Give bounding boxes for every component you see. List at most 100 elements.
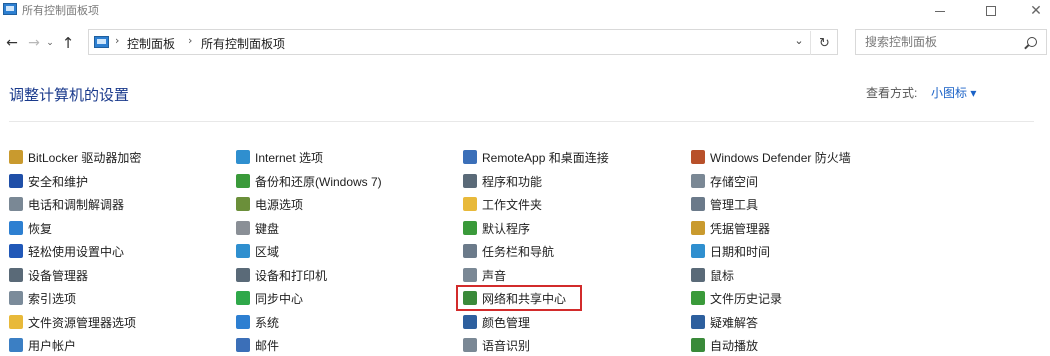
refresh-button[interactable]: ↻ bbox=[810, 31, 838, 55]
search-box[interactable] bbox=[855, 29, 1047, 55]
back-arrow-icon: ← bbox=[6, 35, 18, 51]
maximize-button[interactable] bbox=[968, 0, 1014, 22]
control-panel-item[interactable]: 设备和打印机 bbox=[236, 264, 327, 286]
control-panel-item[interactable]: BitLocker 驱动器加密 bbox=[9, 146, 141, 168]
control-panel-item[interactable]: 备份和还原(Windows 7) bbox=[236, 170, 382, 192]
system-icon bbox=[236, 315, 250, 329]
control-panel-item-label: 设备管理器 bbox=[28, 268, 89, 283]
control-panel-item-label: 管理工具 bbox=[710, 197, 759, 212]
control-panel-item[interactable]: 安全和维护 bbox=[9, 170, 88, 192]
control-panel-item[interactable]: 区域 bbox=[236, 240, 279, 262]
control-panel-item-label: 自动播放 bbox=[710, 338, 759, 353]
view-by-dropdown[interactable]: 小图标 ▾ bbox=[931, 84, 976, 101]
control-panel-item[interactable]: 系统 bbox=[236, 311, 279, 333]
control-panel-item[interactable]: 电话和调制解调器 bbox=[9, 193, 124, 215]
back-button[interactable]: ← bbox=[2, 32, 22, 54]
control-panel-item-label: 任务栏和导航 bbox=[482, 244, 555, 259]
breadcrumb-control-panel[interactable]: 控制面板 bbox=[127, 35, 175, 52]
devices-printers-icon bbox=[236, 268, 250, 282]
control-panel-item-label: 疑难解答 bbox=[710, 315, 759, 330]
control-panel-item[interactable]: 程序和功能 bbox=[463, 170, 542, 192]
control-panel-item-label: 存储空间 bbox=[710, 174, 759, 189]
control-panel-item-label: 索引选项 bbox=[28, 291, 77, 306]
control-panel-item[interactable]: RemoteApp 和桌面连接 bbox=[463, 146, 609, 168]
control-panel-item[interactable]: 鼠标 bbox=[691, 264, 734, 286]
credential-manager-icon bbox=[691, 221, 705, 235]
navigation-bar: ← → ⌄ ↑ › 控制面板 › 所有控制面板项 ⌄ ↻ bbox=[0, 27, 1050, 59]
control-panel-item-label: 系统 bbox=[255, 315, 280, 330]
forward-arrow-icon: → bbox=[28, 35, 40, 51]
recent-locations-button[interactable]: ⌄ bbox=[43, 32, 57, 54]
search-icon[interactable] bbox=[1027, 37, 1037, 47]
control-panel-item[interactable]: 网络和共享中心 bbox=[463, 287, 566, 309]
work-folders-icon bbox=[463, 197, 477, 211]
control-panel-item[interactable]: 文件资源管理器选项 bbox=[9, 311, 136, 333]
control-panel-item-label: Internet 选项 bbox=[255, 150, 324, 165]
control-panel-item-label: 默认程序 bbox=[482, 221, 531, 236]
close-button[interactable]: ✕ bbox=[1013, 0, 1050, 22]
backup-restore-icon bbox=[236, 174, 250, 188]
control-panel-item[interactable]: 任务栏和导航 bbox=[463, 240, 554, 262]
control-panel-item[interactable]: 同步中心 bbox=[236, 287, 303, 309]
control-panel-icon bbox=[94, 36, 109, 48]
control-panel-item[interactable]: 默认程序 bbox=[463, 217, 530, 239]
admin-tools-icon bbox=[691, 197, 705, 211]
control-panel-item[interactable]: 电源选项 bbox=[236, 193, 303, 215]
control-panel-item-label: 日期和时间 bbox=[710, 244, 771, 259]
control-panel-item[interactable]: 索引选项 bbox=[9, 287, 76, 309]
refresh-icon: ↻ bbox=[819, 35, 830, 51]
up-button[interactable]: ↑ bbox=[58, 32, 78, 54]
control-panel-item[interactable]: 管理工具 bbox=[691, 193, 758, 215]
maximize-icon bbox=[986, 6, 996, 16]
address-dropdown-icon[interactable]: ⌄ bbox=[791, 34, 807, 47]
indexing-icon bbox=[9, 291, 23, 305]
control-panel-item-label: 轻松使用设置中心 bbox=[28, 244, 125, 259]
forward-button[interactable]: → bbox=[24, 32, 44, 54]
control-panel-item[interactable]: 凭据管理器 bbox=[691, 217, 770, 239]
control-panel-item[interactable]: 轻松使用设置中心 bbox=[9, 240, 124, 262]
control-panel-item[interactable]: 文件历史记录 bbox=[691, 287, 782, 309]
phone-modem-icon bbox=[9, 197, 23, 211]
taskbar-navigation-icon bbox=[463, 244, 477, 258]
control-panel-item[interactable]: 设备管理器 bbox=[9, 264, 88, 286]
control-panel-item[interactable]: 疑难解答 bbox=[691, 311, 758, 333]
control-panel-item-label: 鼠标 bbox=[710, 268, 735, 283]
control-panel-item-label: RemoteApp 和桌面连接 bbox=[482, 150, 609, 165]
control-panel-item-label: 电源选项 bbox=[255, 197, 304, 212]
mouse-icon bbox=[691, 268, 705, 282]
region-icon bbox=[236, 244, 250, 258]
control-panel-item-label: BitLocker 驱动器加密 bbox=[28, 150, 142, 165]
network-sharing-icon bbox=[463, 291, 477, 305]
device-manager-icon bbox=[9, 268, 23, 282]
user-accounts-icon bbox=[9, 338, 23, 352]
control-panel-item-label: 程序和功能 bbox=[482, 174, 543, 189]
address-bar[interactable]: › 控制面板 › 所有控制面板项 ⌄ bbox=[88, 29, 838, 55]
control-panel-item[interactable]: 颜色管理 bbox=[463, 311, 530, 333]
folder-options-icon bbox=[9, 315, 23, 329]
control-panel-item[interactable]: 声音 bbox=[463, 264, 506, 286]
control-panel-item-label: 工作文件夹 bbox=[482, 197, 543, 212]
header-divider bbox=[9, 121, 1034, 122]
sync-center-icon bbox=[236, 291, 250, 305]
default-programs-icon bbox=[463, 221, 477, 235]
minimize-button[interactable] bbox=[917, 0, 963, 22]
control-panel-item[interactable]: 存储空间 bbox=[691, 170, 758, 192]
control-panel-item[interactable]: 工作文件夹 bbox=[463, 193, 542, 215]
control-panel-item-label: 区域 bbox=[255, 244, 280, 259]
control-panel-item[interactable]: 键盘 bbox=[236, 217, 279, 239]
search-input[interactable] bbox=[856, 30, 1021, 54]
control-panel-item[interactable]: Windows Defender 防火墙 bbox=[691, 146, 851, 168]
control-panel-item[interactable]: Internet 选项 bbox=[236, 146, 323, 168]
programs-features-icon bbox=[463, 174, 477, 188]
flag-icon bbox=[9, 174, 23, 188]
control-panel-item-label: 备份和还原(Windows 7) bbox=[255, 174, 382, 189]
breadcrumb-all-items[interactable]: 所有控制面板项 bbox=[201, 35, 285, 52]
control-panel-item[interactable]: 恢复 bbox=[9, 217, 52, 239]
close-icon: ✕ bbox=[1030, 3, 1042, 19]
control-panel-item-label: 邮件 bbox=[255, 338, 280, 353]
breadcrumb-separator-icon: › bbox=[115, 34, 120, 47]
window-title: 所有控制面板项 bbox=[22, 5, 99, 17]
control-panel-item-label: 键盘 bbox=[255, 221, 280, 236]
control-panel-item[interactable]: 日期和时间 bbox=[691, 240, 770, 262]
bitlocker-icon bbox=[9, 150, 23, 164]
